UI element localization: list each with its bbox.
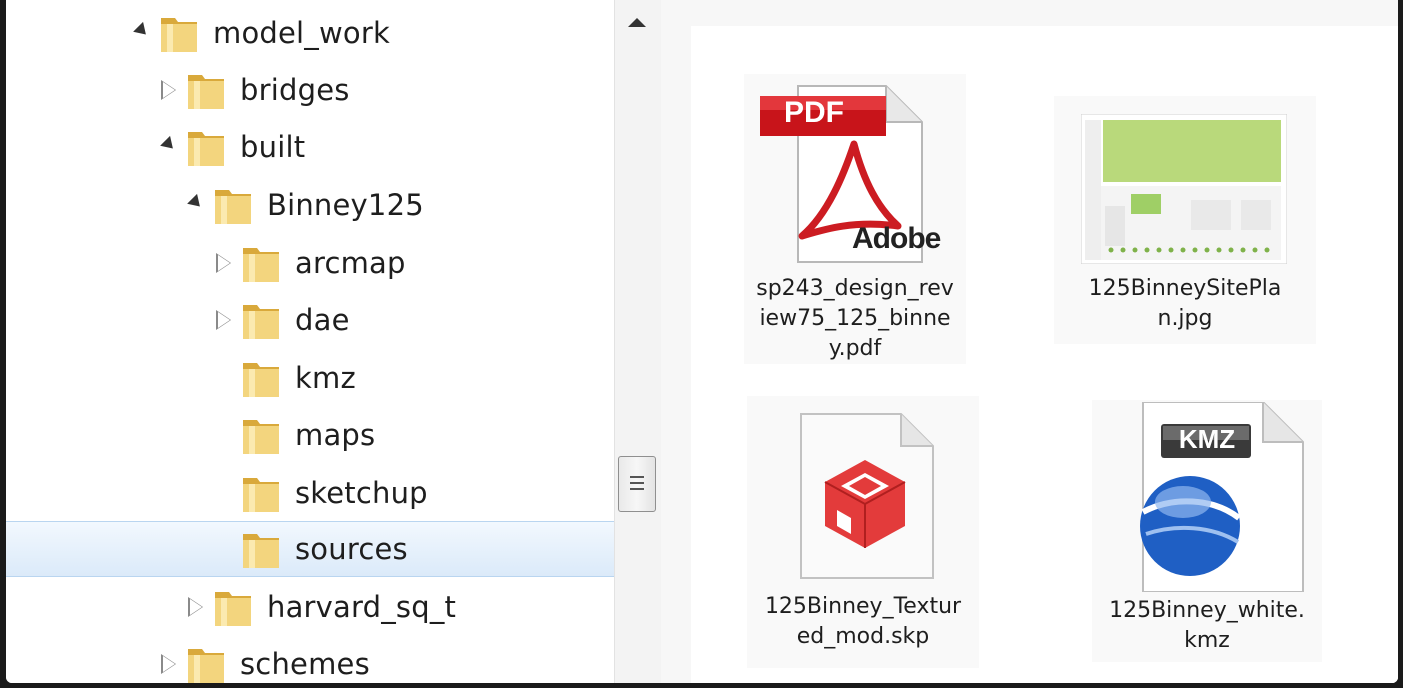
collapsed-arrow-icon[interactable] xyxy=(156,77,182,103)
file-item-skp[interactable]: 125Binney_Textur ed_mod.skp xyxy=(747,396,979,668)
folder-icon xyxy=(215,190,251,224)
file-view-content: PDF Adobe sp243_design_rev iew75_125_bin… xyxy=(691,26,1398,683)
explorer-window: model_work bridges built Binney125 arcma… xyxy=(6,0,1398,683)
file-name-line: 125BinneySitePla xyxy=(1088,276,1282,301)
tree-item-schemes[interactable]: schemes xyxy=(6,638,614,683)
file-name: 125BinneySitePla n.jpg xyxy=(1054,274,1316,334)
expanded-arrow-icon[interactable] xyxy=(156,134,182,160)
tree-item-binney125[interactable]: Binney125 xyxy=(6,179,614,231)
file-name-line: sp243_design_rev xyxy=(756,276,954,301)
file-name-line: ed_mod.skp xyxy=(796,624,930,649)
tree-item-label: schemes xyxy=(240,647,370,681)
file-name-line: n.jpg xyxy=(1157,306,1213,331)
tree-item-label: bridges xyxy=(240,73,350,107)
pdf-badge-text: PDF xyxy=(784,96,844,129)
tree-item-label: maps xyxy=(295,418,376,452)
folder-icon xyxy=(243,363,279,397)
folder-icon xyxy=(243,534,279,568)
tree-item-bridges[interactable]: bridges xyxy=(6,64,614,116)
file-name-line: kmz xyxy=(1184,628,1230,653)
adobe-brand-text: Adobe xyxy=(852,222,941,255)
tree-item-harvard-sq-t[interactable]: harvard_sq_t xyxy=(6,581,614,633)
file-item-pdf[interactable]: PDF Adobe sp243_design_rev iew75_125_bin… xyxy=(744,74,966,364)
tree-item-arcmap[interactable]: arcmap xyxy=(6,237,614,289)
tree-item-built[interactable]: built xyxy=(6,121,614,173)
tree-item-label: arcmap xyxy=(295,246,406,280)
collapsed-arrow-icon[interactable] xyxy=(156,651,182,677)
folder-icon xyxy=(243,478,279,512)
file-name: 125Binney_Textur ed_mod.skp xyxy=(747,592,979,652)
scrollbar-thumb[interactable] xyxy=(618,456,656,512)
file-name-line: iew75_125_binne xyxy=(759,306,951,331)
site-plan-thumbnail xyxy=(1081,114,1287,264)
collapsed-arrow-icon[interactable] xyxy=(183,594,209,620)
scroll-up-arrow-icon[interactable] xyxy=(628,18,646,27)
folder-icon xyxy=(243,305,279,339)
folder-icon xyxy=(188,132,224,166)
sketchup-icon xyxy=(800,413,934,579)
collapsed-arrow-icon[interactable] xyxy=(211,307,237,333)
tree-item-label: built xyxy=(240,130,306,164)
file-name: sp243_design_rev iew75_125_binne y.pdf xyxy=(744,274,966,364)
tree-item-dae[interactable]: dae xyxy=(6,294,614,346)
folder-icon xyxy=(188,75,224,109)
kmz-badge-text: KMZ xyxy=(1178,424,1236,454)
tree-scrollbar[interactable] xyxy=(614,0,662,683)
tree-item-sources[interactable]: sources xyxy=(6,521,614,577)
tree-item-label: kmz xyxy=(295,361,356,395)
file-name: 125Binney_white. kmz xyxy=(1092,596,1322,656)
file-name-line: y.pdf xyxy=(828,336,882,361)
file-item-kmz[interactable]: KMZ 125Binney_white. kmz xyxy=(1092,400,1322,662)
tree-item-maps[interactable]: maps xyxy=(6,409,614,461)
tree-item-sketchup[interactable]: sketchup xyxy=(6,467,614,519)
tree-item-label: model_work xyxy=(213,16,390,50)
expanded-arrow-icon[interactable] xyxy=(129,20,155,46)
tree-item-model-work[interactable]: model_work xyxy=(6,7,614,59)
tree-item-label: sources xyxy=(295,532,408,566)
folder-icon xyxy=(161,18,197,52)
folder-icon xyxy=(243,248,279,282)
folder-icon xyxy=(243,420,279,454)
tree-item-label: harvard_sq_t xyxy=(267,590,457,624)
file-item-jpg[interactable]: 125BinneySitePla n.jpg xyxy=(1054,96,1316,344)
file-name-line: 125Binney_white. xyxy=(1109,598,1305,623)
folder-icon xyxy=(215,592,251,626)
tree-item-kmz[interactable]: kmz xyxy=(6,352,614,404)
file-view: PDF Adobe sp243_design_rev iew75_125_bin… xyxy=(661,0,1398,683)
folder-icon xyxy=(188,649,224,683)
file-name-line: 125Binney_Textur xyxy=(764,594,962,619)
folder-tree: model_work bridges built Binney125 arcma… xyxy=(6,0,614,683)
tree-item-label: sketchup xyxy=(295,476,428,510)
collapsed-arrow-icon[interactable] xyxy=(211,250,237,276)
tree-item-label: dae xyxy=(295,303,350,337)
tree-item-label: Binney125 xyxy=(267,188,424,222)
expanded-arrow-icon[interactable] xyxy=(183,192,209,218)
